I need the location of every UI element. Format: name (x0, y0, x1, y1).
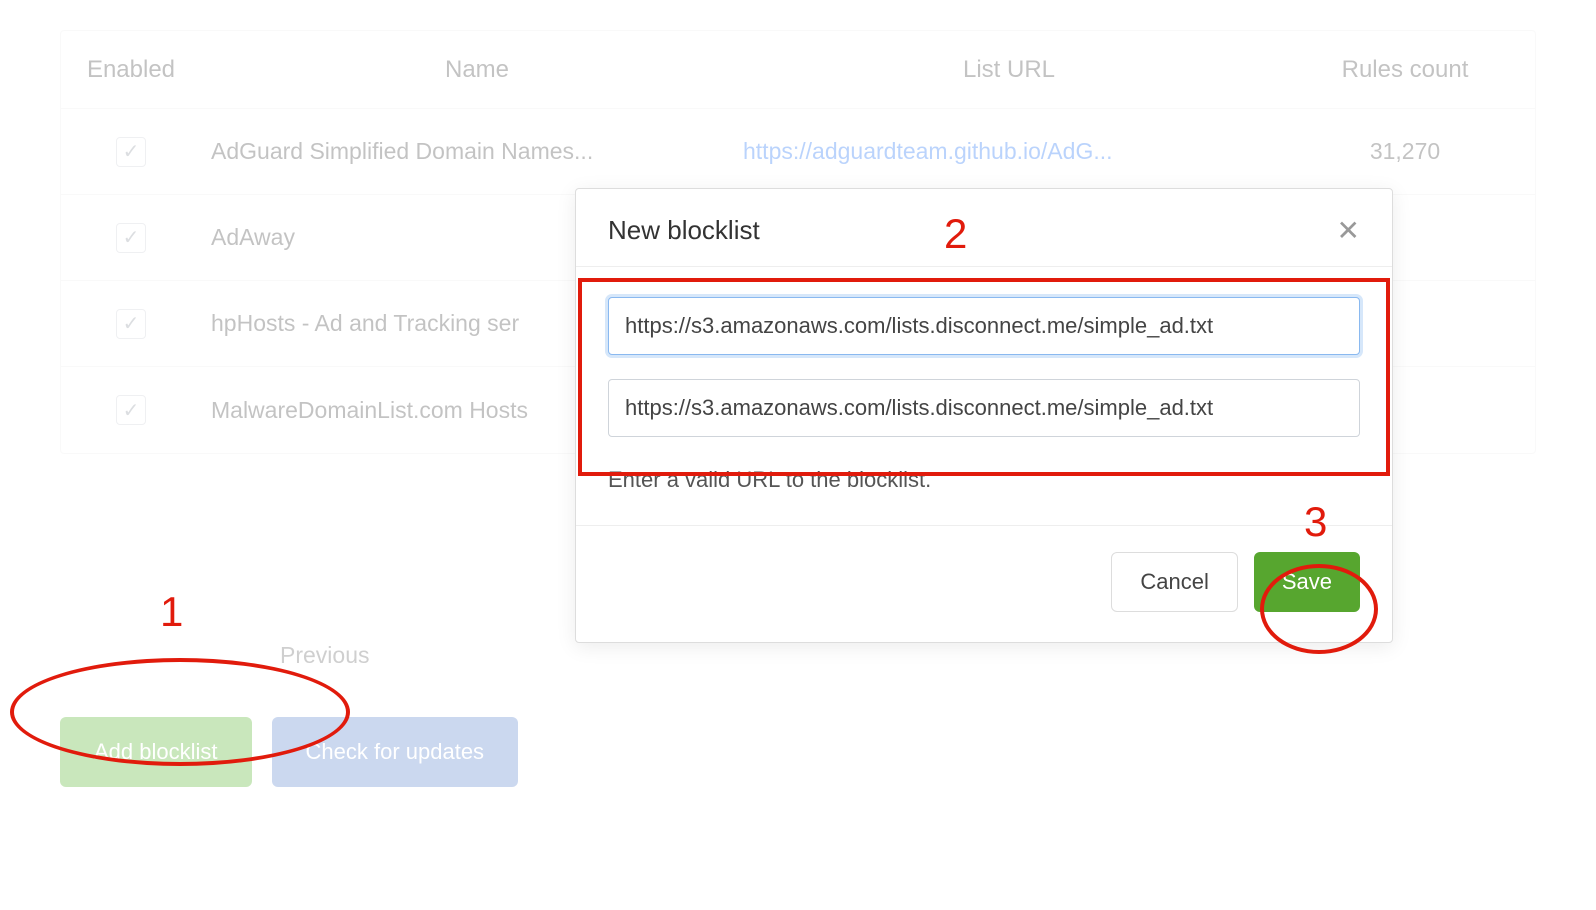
new-blocklist-modal: New blocklist ✕ Enter a valid URL to the… (575, 188, 1393, 643)
modal-header: New blocklist ✕ (576, 189, 1392, 267)
modal-title: New blocklist (608, 215, 760, 246)
cancel-button[interactable]: Cancel (1111, 552, 1237, 612)
helper-text: Enter a valid URL to the blocklist. (608, 467, 1360, 493)
modal-footer: Cancel Save (576, 526, 1392, 642)
blocklist-url-input[interactable] (608, 379, 1360, 437)
blocklist-name-input[interactable] (608, 297, 1360, 355)
close-icon[interactable]: ✕ (1337, 217, 1360, 245)
save-button[interactable]: Save (1254, 552, 1360, 612)
modal-body: Enter a valid URL to the blocklist. (576, 267, 1392, 526)
